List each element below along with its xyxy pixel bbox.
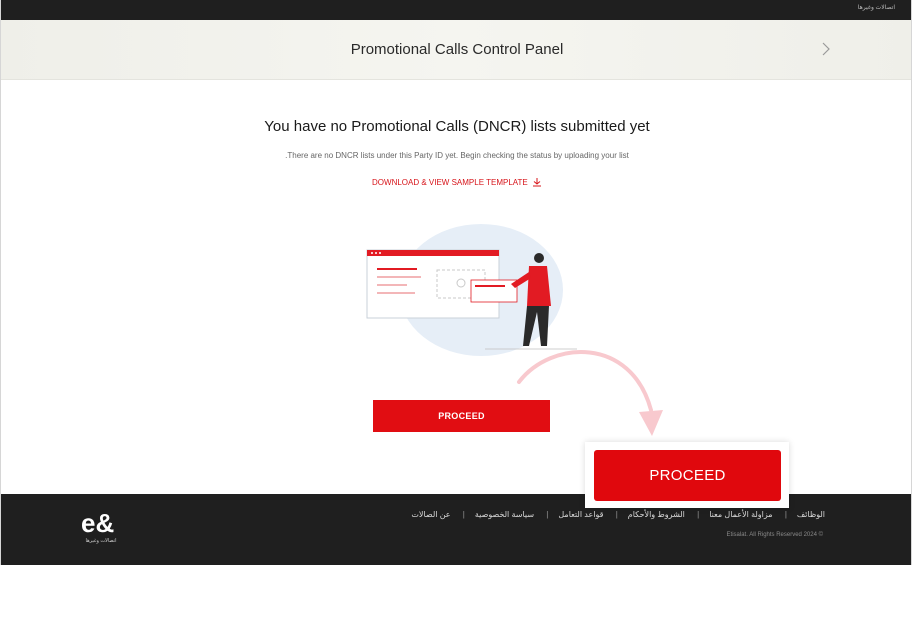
footer-link-business[interactable]: مزاولة الأعمال معنا: [709, 510, 772, 519]
empty-state-heading: You have no Promotional Calls (DNCR) lis…: [264, 118, 650, 135]
proceed-button[interactable]: PROCEED: [373, 400, 550, 432]
footer-links: الوظائف| مزاولة الأعمال معنا| الشروط وال…: [411, 510, 825, 519]
footer-link-careers[interactable]: الوظائف: [797, 510, 825, 519]
footer-link-privacy[interactable]: سياسة الخصوصية: [475, 510, 534, 519]
top-bar: اتصالات وغيرها: [1, 0, 911, 20]
footer-link-terms[interactable]: الشروط والأحكام: [628, 510, 685, 519]
upload-illustration: [366, 224, 577, 356]
download-icon: [532, 177, 542, 189]
panel-title: Promotional Calls Control Panel: [350, 41, 564, 58]
svg-text:e&: e&: [81, 508, 114, 538]
download-template-link[interactable]: DOWNLOAD & VIEW SAMPLE TEMPLATE: [1, 177, 911, 189]
proceed-button-zoomed[interactable]: PROCEED: [594, 450, 781, 501]
chevron-right-icon[interactable]: [815, 38, 837, 60]
download-template-label: DOWNLOAD & VIEW SAMPLE TEMPLATE: [372, 178, 528, 188]
logo-caption: اتصالات وغيرها: [85, 538, 117, 544]
copyright-text: Etisalat. All Rights Reserved 2024 ©: [726, 532, 823, 538]
footer-link-about[interactable]: عن الصالات: [411, 510, 450, 519]
eand-logo[interactable]: e& اتصالات وغيرها: [79, 508, 123, 548]
top-brand-text: اتصالات وغيرها: [857, 5, 895, 11]
footer-link-code[interactable]: قواعد التعامل: [558, 510, 603, 519]
control-panel-bar[interactable]: Promotional Calls Control Panel: [1, 20, 911, 80]
empty-state-subtext: .There are no DNCR lists under this Part…: [285, 151, 629, 160]
